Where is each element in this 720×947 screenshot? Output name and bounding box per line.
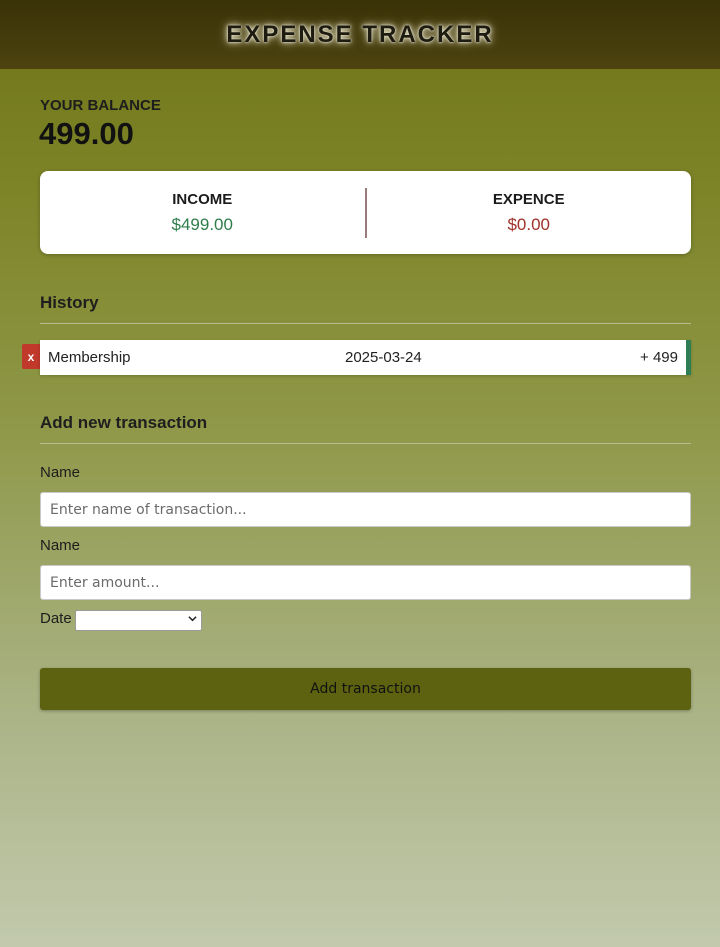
app-header: EXPENSE TRACKER: [0, 0, 720, 69]
history-title: History: [40, 293, 691, 324]
balance-value: 499.00: [39, 116, 134, 151]
transaction-amount-input[interactable]: [40, 565, 691, 600]
transaction-date: 2025-03-24: [345, 349, 422, 366]
transaction-amount: + 499: [640, 349, 678, 366]
transaction-name: Membership: [48, 349, 131, 366]
amount-label: Name: [40, 537, 81, 554]
expense-label: EXPENCE: [492, 190, 565, 208]
history-item: Membership 2025-03-24 + 499: [40, 340, 691, 375]
chevron-down-icon: [188, 614, 197, 626]
balance-label: YOUR BALANCE: [40, 97, 161, 114]
income-label: INCOME: [172, 190, 233, 208]
income-expense-card: INCOME $499.00 EXPENCE $0.00: [40, 171, 691, 254]
delete-transaction-button[interactable]: x: [22, 344, 40, 369]
income-summary: INCOME $499.00: [40, 191, 365, 235]
expense-value: $0.00: [507, 214, 551, 234]
transaction-name-input[interactable]: [40, 492, 691, 527]
add-transaction-title: Add new transaction: [40, 413, 691, 444]
income-value: $499.00: [171, 214, 233, 234]
date-label: Date: [40, 610, 72, 627]
app-title: EXPENSE TRACKER: [226, 20, 494, 48]
name-label: Name: [40, 464, 81, 481]
expense-summary: EXPENCE $0.00: [367, 191, 692, 235]
add-transaction-button[interactable]: Add transaction: [40, 668, 691, 710]
date-select[interactable]: [75, 610, 202, 631]
